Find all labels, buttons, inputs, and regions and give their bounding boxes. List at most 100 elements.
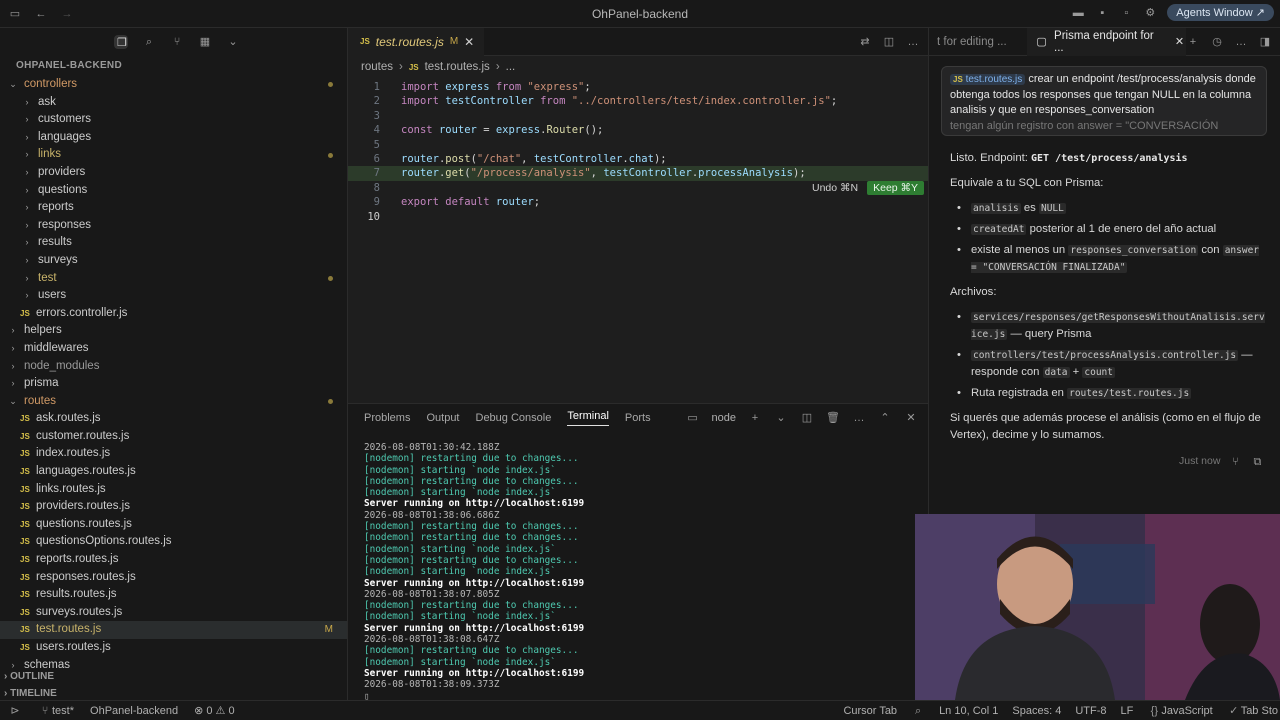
code-line[interactable]: 5 xyxy=(348,138,928,152)
tree-folder[interactable]: › questions xyxy=(0,182,347,200)
tab-problems[interactable]: Problems xyxy=(364,412,410,424)
more-actions-icon[interactable]: … xyxy=(906,35,920,49)
remote-icon[interactable]: ⊳ xyxy=(8,704,22,718)
sidebar-toggle-icon[interactable]: ▭ xyxy=(8,7,22,21)
agents-window-button[interactable]: Agents Window ↗ xyxy=(1167,4,1274,21)
tree-file[interactable]: JS questionsOptions.routes.js xyxy=(0,533,347,551)
code-line[interactable]: 4 const router = express.Router(); xyxy=(348,123,928,137)
history-icon[interactable]: ◷ xyxy=(1210,35,1224,49)
tab-stop[interactable]: ✓ Tab Sto xyxy=(1227,704,1278,718)
tree-file[interactable]: JS languages.routes.js xyxy=(0,463,347,481)
zoom-icon[interactable]: ⌕ xyxy=(911,704,925,718)
tree-folder[interactable]: › prisma xyxy=(0,375,347,393)
tree-file[interactable]: JS index.routes.js xyxy=(0,445,347,463)
tree-folder[interactable]: › surveys xyxy=(0,252,347,270)
extensions-icon[interactable]: ▦ xyxy=(198,35,212,49)
forward-arrow-icon[interactable]: → xyxy=(60,7,74,21)
back-arrow-icon[interactable]: ← xyxy=(34,7,48,21)
breadcrumb-folder[interactable]: routes xyxy=(361,61,393,73)
tree-folder[interactable]: ⌄ controllers xyxy=(0,76,347,94)
tree-file[interactable]: JS users.routes.js xyxy=(0,639,347,657)
tree-folder[interactable]: › reports xyxy=(0,199,347,217)
tree-folder[interactable]: › middlewares xyxy=(0,340,347,358)
more-icon[interactable]: … xyxy=(1234,35,1248,49)
code-line[interactable]: 1 import express from "express"; xyxy=(348,80,928,94)
tree-folder[interactable]: › node_modules xyxy=(0,358,347,376)
tree-folder[interactable]: › helpers xyxy=(0,322,347,340)
new-chat-icon[interactable]: + xyxy=(1186,35,1200,49)
source-control-icon[interactable]: ⑂ xyxy=(170,35,184,49)
close-panel-icon[interactable]: ✕ xyxy=(904,411,918,425)
tree-folder[interactable]: › responses xyxy=(0,217,347,235)
breadcrumb-more[interactable]: ... xyxy=(506,61,516,73)
chevron-down-icon[interactable]: ⌄ xyxy=(774,411,788,425)
cursor-tab-status[interactable]: Cursor Tab xyxy=(843,705,897,717)
tree-folder[interactable]: › test xyxy=(0,270,347,288)
chat-tab-previous[interactable]: t for editing ... xyxy=(929,36,1027,48)
tree-file[interactable]: JS links.routes.js xyxy=(0,481,347,499)
file-link[interactable]: controllers/test/processAnalysis.control… xyxy=(971,350,1239,361)
chat-tab-active[interactable]: ▢ Prisma endpoint for ... ✕ xyxy=(1027,27,1186,56)
tree-folder[interactable]: › ask xyxy=(0,94,347,112)
fork-icon[interactable]: ⑂ xyxy=(1228,455,1242,469)
split-terminal-icon[interactable]: ◫ xyxy=(800,411,814,425)
tree-file[interactable]: JS errors.controller.js xyxy=(0,305,347,323)
code-line[interactable]: 3 xyxy=(348,109,928,123)
breadcrumb-file[interactable]: test.routes.js xyxy=(425,61,490,73)
encoding[interactable]: UTF-8 xyxy=(1075,705,1106,717)
terminal-output[interactable]: 2026-08-08T01:30:42.188Z [nodemon] restar… xyxy=(348,432,928,702)
layout-icon[interactable]: ▬ xyxy=(1071,6,1085,20)
code-line[interactable]: 7 router.get("/process/analysis", testCon… xyxy=(348,166,928,181)
code-line[interactable]: 10 xyxy=(348,210,928,224)
panel-layout-icon[interactable]: ◨ xyxy=(1258,35,1272,49)
code-line[interactable]: 2 import testController from "../controll… xyxy=(348,94,928,108)
tree-file[interactable]: JS test.routes.js M xyxy=(0,621,347,639)
tab-ports[interactable]: Ports xyxy=(625,412,651,424)
code-line[interactable]: 9 export default router; xyxy=(348,195,928,209)
tree-folder[interactable]: › links xyxy=(0,146,347,164)
tree-folder[interactable]: › languages xyxy=(0,129,347,147)
project-name[interactable]: OhPanel-backend xyxy=(90,705,178,717)
eol[interactable]: LF xyxy=(1120,705,1133,717)
tab-terminal[interactable]: Terminal xyxy=(567,410,609,426)
copy-icon[interactable]: ⧉ xyxy=(1250,455,1264,469)
chat-icon[interactable]: ▪ xyxy=(1095,6,1109,20)
chevron-down-icon[interactable]: ⌄ xyxy=(226,35,240,49)
tree-file[interactable]: JS questions.routes.js xyxy=(0,516,347,534)
compare-icon[interactable]: ⇄ xyxy=(858,35,872,49)
tree-file[interactable]: JS providers.routes.js xyxy=(0,498,347,516)
tab-test-routes[interactable]: JS test.routes.js M ✕ xyxy=(348,27,485,56)
terminal-name[interactable]: node xyxy=(712,412,736,424)
add-terminal-icon[interactable]: + xyxy=(748,411,762,425)
tree-folder[interactable]: ⌄ routes xyxy=(0,393,347,411)
tree-folder[interactable]: › customers xyxy=(0,111,347,129)
indentation[interactable]: Spaces: 4 xyxy=(1012,705,1061,717)
cursor-position[interactable]: Ln 10, Col 1 xyxy=(939,705,998,717)
more-icon[interactable]: … xyxy=(852,411,866,425)
close-icon[interactable]: ✕ xyxy=(464,35,474,49)
keep-button[interactable]: Keep ⌘Y xyxy=(867,181,925,195)
language-mode[interactable]: {} JavaScript xyxy=(1147,704,1213,718)
panel-icon[interactable]: ▫ xyxy=(1119,6,1133,20)
problems-count[interactable]: ⊗ 0 ⚠ 0 xyxy=(194,704,234,717)
tree-folder[interactable]: › results xyxy=(0,234,347,252)
maximize-icon[interactable]: ⌃ xyxy=(878,411,892,425)
code-line[interactable]: 6 router.post("/chat", testController.cha… xyxy=(348,152,928,166)
file-link[interactable]: routes/test.routes.js xyxy=(1067,388,1192,399)
search-icon[interactable]: ⌕ xyxy=(142,35,156,49)
files-icon[interactable]: ❐ xyxy=(114,35,128,49)
user-prompt[interactable]: JS test.routes.js crear un endpoint /tes… xyxy=(941,66,1267,136)
tree-file[interactable]: JS responses.routes.js xyxy=(0,569,347,587)
tree-file[interactable]: JS customer.routes.js xyxy=(0,428,347,446)
tab-debug-console[interactable]: Debug Console xyxy=(476,412,552,424)
close-icon[interactable]: ✕ xyxy=(1173,35,1186,49)
gear-icon[interactable]: ⚙ xyxy=(1143,6,1157,20)
tree-file[interactable]: JS surveys.routes.js xyxy=(0,604,347,622)
tree-folder[interactable]: › users xyxy=(0,287,347,305)
branch-indicator[interactable]: ⑂ test* xyxy=(38,704,74,718)
tree-folder[interactable]: › providers xyxy=(0,164,347,182)
undo-button[interactable]: Undo ⌘N xyxy=(807,181,863,195)
tab-output[interactable]: Output xyxy=(426,412,459,424)
tree-file[interactable]: JS reports.routes.js xyxy=(0,551,347,569)
outline-section[interactable]: › OUTLINE xyxy=(0,668,348,685)
